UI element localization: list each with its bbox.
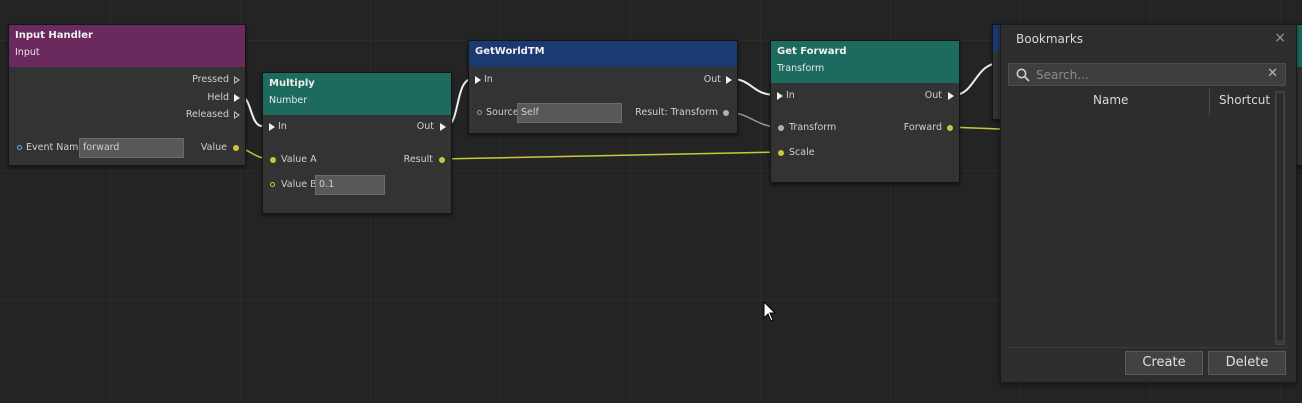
getworldtm-in-label: In: [484, 74, 493, 85]
value-a-label: Value A: [281, 154, 317, 165]
result-label: Result: [403, 154, 433, 165]
source-pin-icon[interactable]: [477, 110, 482, 115]
scale-pin-icon[interactable]: [778, 150, 784, 156]
get-forward-title: Get Forward: [777, 46, 847, 57]
bookmarks-list[interactable]: [1008, 119, 1273, 345]
forward-label: Forward: [903, 122, 942, 133]
get-forward-in-pin-icon[interactable]: [777, 92, 783, 100]
getworldtm-out-label: Out: [703, 74, 721, 85]
input-handler-header[interactable]: Input Handler Input: [9, 25, 245, 67]
getworldtm-header[interactable]: GetWorldTM: [469, 41, 737, 67]
getworldtm-in-pin-icon[interactable]: [475, 76, 481, 84]
get-forward-subtitle: Transform: [777, 63, 825, 74]
forward-pin-icon[interactable]: [947, 125, 953, 131]
search-icon: [1016, 68, 1030, 82]
scrollbar-thumb[interactable]: [1277, 94, 1283, 340]
value-b-pin-icon[interactable]: [270, 182, 275, 187]
value-b-label: Value B: [281, 179, 317, 190]
get-forward-node[interactable]: Get Forward Transform In Out Transform F…: [770, 40, 960, 183]
source-label: Source: [486, 107, 519, 118]
value-b-field[interactable]: 0.1: [315, 175, 385, 195]
footer-divider: [1008, 347, 1288, 348]
multiply-in-label: In: [278, 121, 287, 132]
getworldtm-out-pin-icon[interactable]: [726, 76, 732, 84]
held-exec-pin-icon[interactable]: [234, 94, 240, 102]
delete-button[interactable]: Delete: [1208, 351, 1286, 375]
value-data-pin-icon[interactable]: [233, 145, 239, 151]
pin-label-held: Held: [207, 92, 229, 103]
scrollbar[interactable]: [1275, 91, 1285, 345]
event-name-label: Event Name: [26, 142, 85, 153]
event-name-field[interactable]: forward: [79, 138, 184, 158]
bookmarks-title: Bookmarks: [1016, 32, 1084, 46]
clear-search-icon[interactable]: ✕: [1267, 66, 1278, 81]
column-header-shortcut[interactable]: Shortcut: [1219, 93, 1270, 107]
search-input[interactable]: [1036, 66, 1256, 83]
multiply-in-pin-icon[interactable]: [269, 123, 275, 131]
source-field[interactable]: Self: [517, 103, 622, 123]
transform-pin-icon[interactable]: [778, 125, 784, 131]
result-transform-label: Result: Transform: [635, 107, 718, 118]
result-transform-pin-icon[interactable]: [723, 110, 729, 116]
data-wire-result-to-scale: [439, 151, 781, 160]
column-divider[interactable]: [1209, 89, 1210, 115]
value-a-pin-icon[interactable]: [270, 157, 276, 163]
mouse-cursor-icon: [763, 301, 777, 322]
result-pin-icon[interactable]: [439, 157, 445, 163]
getworldtm-title: GetWorldTM: [475, 46, 545, 57]
input-handler-subtitle: Input: [15, 47, 40, 58]
multiply-subtitle: Number: [269, 95, 308, 106]
transform-label: Transform: [789, 122, 837, 133]
event-name-pin-icon[interactable]: [17, 145, 22, 150]
multiply-node[interactable]: Multiply Number In Out Value A Result Va…: [262, 72, 452, 214]
input-handler-node[interactable]: Input Handler Input Pressed Held Release…: [8, 24, 246, 166]
column-header-name[interactable]: Name: [1093, 93, 1128, 107]
create-button[interactable]: Create: [1125, 351, 1203, 375]
pin-label-released: Released: [185, 109, 229, 120]
pressed-exec-pin-icon[interactable]: [234, 76, 240, 84]
get-forward-out-pin-icon[interactable]: [948, 92, 954, 100]
close-icon[interactable]: ×: [1274, 30, 1286, 46]
getworldtm-node[interactable]: GetWorldTM In Out Source Self Result: Tr…: [468, 40, 738, 134]
multiply-out-pin-icon[interactable]: [440, 123, 446, 131]
bookmarks-panel[interactable]: Bookmarks × ✕ Name Shortcut Create Delet…: [1000, 24, 1297, 383]
multiply-title: Multiply: [269, 78, 315, 89]
search-box[interactable]: ✕: [1008, 63, 1286, 86]
released-exec-pin-icon[interactable]: [234, 111, 240, 119]
get-forward-out-label: Out: [924, 90, 942, 101]
multiply-out-label: Out: [416, 121, 434, 132]
scale-label: Scale: [789, 147, 815, 158]
pin-label-value: Value: [200, 142, 227, 153]
get-forward-header[interactable]: Get Forward Transform: [771, 41, 959, 83]
multiply-header[interactable]: Multiply Number: [263, 73, 451, 115]
input-handler-title: Input Handler: [15, 30, 93, 41]
pin-label-pressed: Pressed: [192, 74, 229, 85]
get-forward-in-label: In: [786, 90, 795, 101]
